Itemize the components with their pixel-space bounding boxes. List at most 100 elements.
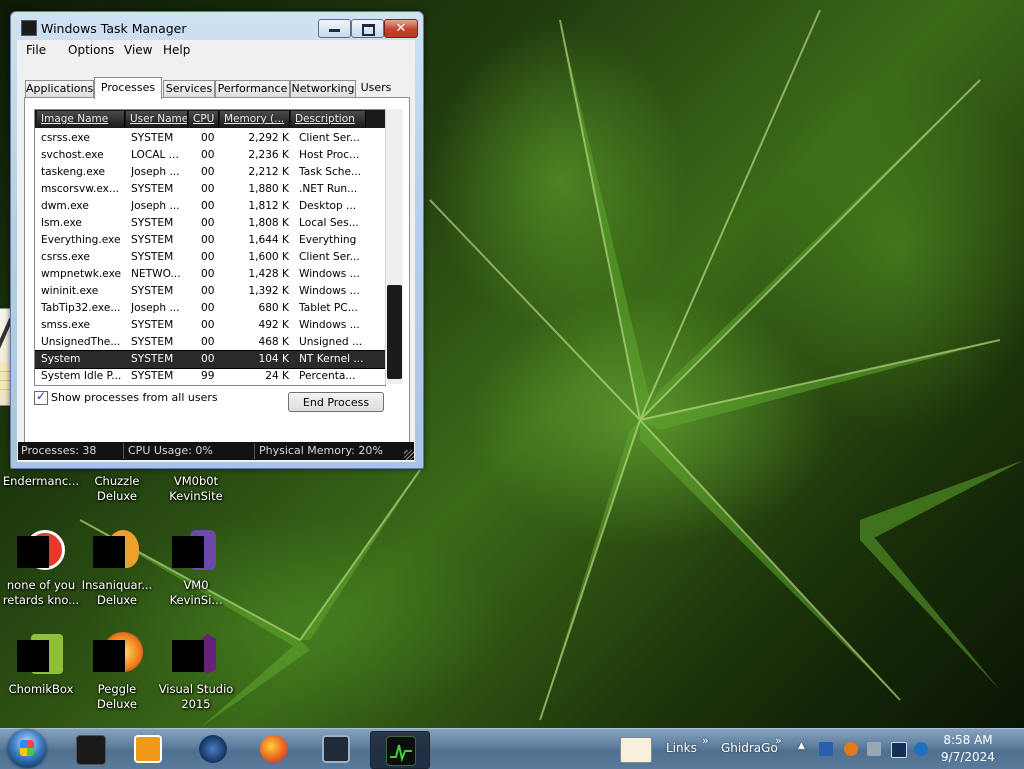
process-memory: 1,812 K (248, 200, 289, 212)
process-cpu: 00 (201, 166, 215, 178)
clock-time[interactable]: 8:58 AM (930, 733, 1006, 747)
column-image-name[interactable]: Image Name (37, 111, 125, 127)
process-memory: 1,428 K (248, 268, 289, 280)
taskbar-app-4[interactable] (247, 731, 299, 767)
media-player-icon (134, 735, 162, 763)
show-all-processes-checkbox[interactable]: ✓ (34, 389, 48, 405)
taskbar-app-6[interactable] (370, 731, 430, 769)
column-user-name[interactable]: User Name (126, 111, 188, 127)
close-button[interactable]: ✕ (384, 19, 418, 38)
column-cpu[interactable]: CPU (189, 111, 219, 127)
tab-networking[interactable]: Networking (290, 80, 356, 98)
ghidrago-toolbar[interactable]: GhidraGo (721, 741, 778, 755)
title-bar[interactable]: Windows Task Manager ✕ (11, 12, 423, 40)
tab-processes[interactable]: Processes (94, 77, 162, 99)
tray-tools-icon[interactable] (867, 742, 881, 756)
table-row[interactable]: wininit.exe SYSTEM 00 1,392 K Windows ... (35, 283, 385, 300)
end-process-button[interactable]: End Process (288, 392, 384, 412)
column-memory[interactable]: Memory (... (220, 111, 290, 127)
process-memory: 1,600 K (248, 251, 289, 263)
menu-options[interactable]: Options (68, 43, 114, 57)
process-description: Unsigned ... (299, 336, 363, 348)
tablet-input-icon[interactable] (620, 737, 652, 763)
process-name: csrss.exe (41, 251, 90, 263)
table-row[interactable]: csrss.exe SYSTEM 00 1,600 K Client Ser... (35, 249, 385, 266)
process-name: Everything.exe (41, 234, 121, 246)
links-toolbar[interactable]: Links (666, 741, 697, 755)
desktop-icon-insaniquarium[interactable]: Insaniquar... Deluxe (76, 528, 158, 608)
process-description: Task Sche... (299, 166, 362, 178)
process-memory: 24 K (265, 370, 289, 382)
table-row[interactable]: mscorsvw.ex... SYSTEM 00 1,880 K .NET Run... (35, 181, 385, 198)
task-manager-icon (386, 736, 416, 766)
tray-app-icon[interactable] (819, 742, 833, 756)
list-header: Image Name User Name CPU Memory (... Des… (35, 110, 385, 128)
table-row[interactable]: TabTip32.exe... Joseph ... 00 680 K Tablet P… (35, 300, 385, 317)
ghidrago-chevron-icon[interactable]: » (775, 734, 782, 747)
taskbar-app-5[interactable] (309, 731, 361, 767)
status-cpu-usage: CPU Usage: 0% (125, 443, 255, 459)
tab-users[interactable]: Users (356, 80, 396, 97)
links-chevron-icon[interactable]: » (702, 734, 709, 747)
process-name: System (41, 353, 81, 365)
process-name: wininit.exe (41, 285, 99, 297)
start-button[interactable] (8, 730, 46, 768)
network-icon[interactable] (891, 742, 907, 758)
table-row[interactable]: Everything.exe SYSTEM 00 1,644 K Everything (35, 232, 385, 249)
table-row[interactable]: UnsignedThe... SYSTEM 00 468 K Unsigned ... (35, 334, 385, 351)
maximize-button[interactable] (351, 19, 384, 38)
process-user: Joseph ... (131, 200, 180, 212)
desktop-icon-vm0-kevinsite[interactable]: VM0 KevinSi... (155, 528, 237, 608)
menu-view[interactable]: View (124, 43, 152, 57)
globe-icon (199, 735, 227, 763)
process-user: SYSTEM (131, 234, 174, 246)
windows-logo-icon (20, 740, 34, 756)
tab-applications[interactable]: Applications (25, 80, 94, 98)
desktop-icon-visual-studio[interactable]: Visual Studio 2015 (155, 632, 237, 712)
table-row[interactable]: System SYSTEM 00 104 K NT Kernel ... (35, 350, 385, 369)
process-cpu: 00 (201, 217, 215, 229)
minimize-button[interactable] (318, 19, 351, 38)
taskbar-app-2[interactable] (121, 731, 173, 767)
show-hidden-icons-icon[interactable]: ▲ (798, 741, 805, 751)
process-user: LOCAL ... (131, 149, 179, 161)
resize-grip[interactable] (404, 450, 414, 460)
menu-help[interactable]: Help (163, 43, 190, 57)
process-memory: 2,292 K (248, 132, 289, 144)
process-description: Windows ... (299, 285, 360, 297)
process-description: Everything (299, 234, 357, 246)
table-row[interactable]: System Idle P... SYSTEM 99 24 K Percenta... (35, 368, 385, 385)
tray-search-icon[interactable] (844, 742, 858, 756)
process-memory: 1,808 K (248, 217, 289, 229)
tab-services[interactable]: Services (163, 80, 215, 98)
desktop-icon-chomikbox[interactable]: ChomikBox (0, 632, 82, 697)
volume-icon[interactable] (914, 742, 928, 756)
table-row[interactable]: dwm.exe Joseph ... 00 1,812 K Desktop ... (35, 198, 385, 215)
desktop-icon-endermanc[interactable]: Endermanc... (0, 474, 82, 489)
clock-date[interactable]: 9/7/2024 (930, 750, 1006, 764)
desktop-icon-peggle[interactable]: Peggle Deluxe (76, 632, 158, 712)
tab-performance[interactable]: Performance (215, 80, 290, 98)
desktop-icon-none-of-you[interactable]: none of you retards kno... (0, 528, 82, 608)
process-cpu: 00 (201, 132, 215, 144)
table-row[interactable]: lsm.exe SYSTEM 00 1,808 K Local Ses... (35, 215, 385, 232)
column-description[interactable]: Description (291, 111, 366, 127)
taskbar-app-3[interactable] (186, 731, 238, 767)
table-row[interactable]: csrss.exe SYSTEM 00 2,292 K Client Ser... (35, 130, 385, 147)
desktop-icon-chuzzle[interactable]: Chuzzle Deluxe (76, 474, 158, 504)
scrollbar-thumb[interactable] (387, 285, 402, 379)
process-list[interactable]: Image Name User Name CPU Memory (... Des… (34, 109, 386, 386)
taskbar-app-1[interactable] (63, 731, 115, 767)
vertical-scrollbar[interactable] (385, 109, 403, 384)
task-manager-window[interactable]: Windows Task Manager ✕ File Options View… (10, 11, 424, 469)
desktop-icon-vm0b0t[interactable]: VM0b0t KevinSite (155, 474, 237, 504)
process-user: Joseph ... (131, 302, 180, 314)
status-physical-memory: Physical Memory: 20% (259, 444, 383, 457)
table-row[interactable]: smss.exe SYSTEM 00 492 K Windows ... (35, 317, 385, 334)
process-name: TabTip32.exe... (41, 302, 121, 314)
table-row[interactable]: svchost.exe LOCAL ... 00 2,236 K Host Proc..… (35, 147, 385, 164)
process-cpu: 00 (201, 268, 215, 280)
table-row[interactable]: taskeng.exe Joseph ... 00 2,212 K Task Sche.… (35, 164, 385, 181)
table-row[interactable]: wmpnetwk.exe NETWO... 00 1,428 K Windows ... (35, 266, 385, 283)
menu-file[interactable]: File (26, 43, 46, 57)
